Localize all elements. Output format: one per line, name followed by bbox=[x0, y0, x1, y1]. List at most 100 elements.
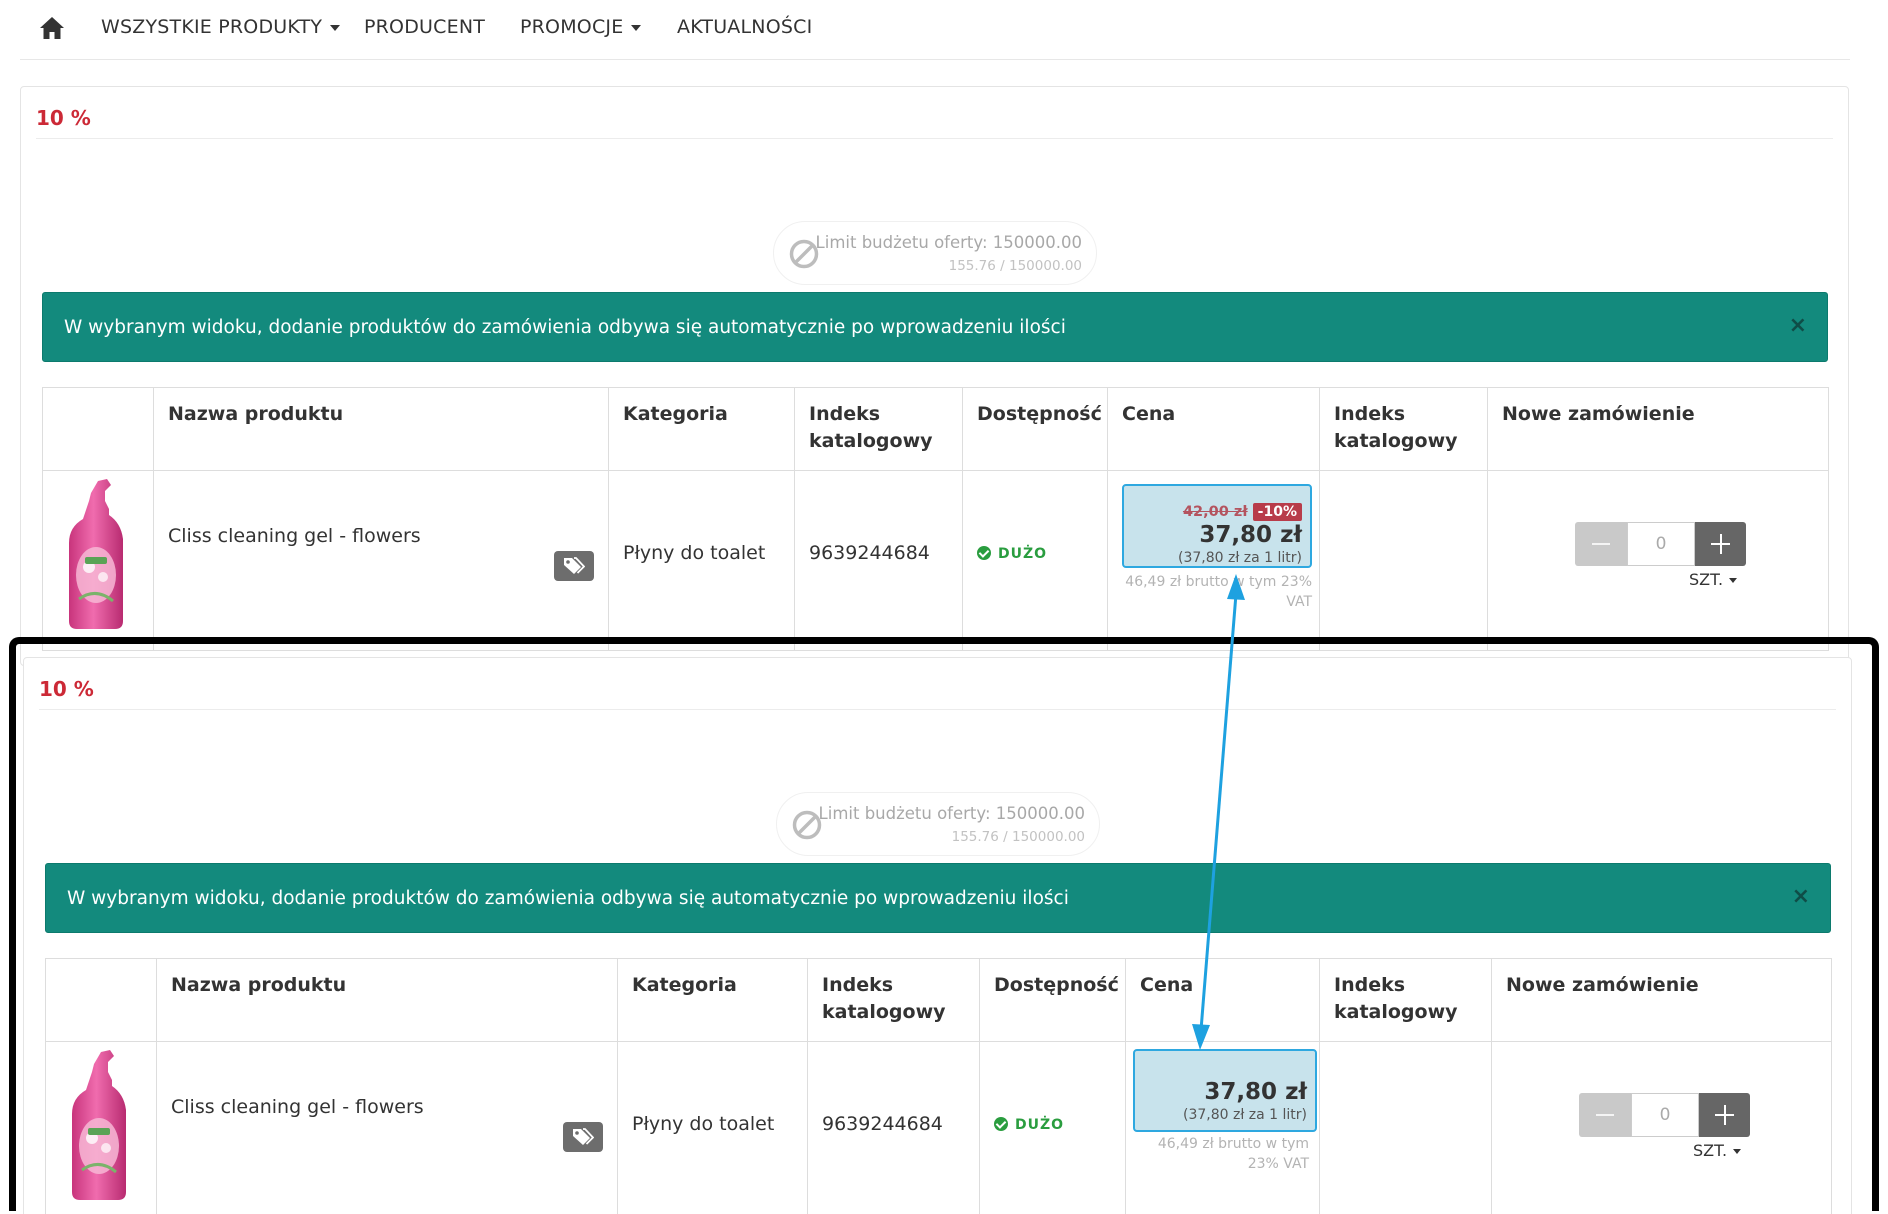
image-cell bbox=[42, 470, 154, 651]
table-header-row: Nazwa produktu Kategoria Indeks katalogo… bbox=[45, 958, 1832, 1042]
discount-badge: -10% bbox=[1252, 503, 1302, 521]
budget-limit-text: Limit budżetu oferty: 150000.00 bbox=[815, 233, 1082, 252]
nav-promotions[interactable]: PROMOCJE bbox=[520, 16, 642, 38]
table-row: Cliss cleaning gel - flowers Płyny do to… bbox=[45, 1041, 1832, 1214]
decrease-button[interactable] bbox=[1579, 1093, 1631, 1137]
price-cell: 42,00 zł -10% 37,80 zł (37,80 zł za 1 lit… bbox=[1107, 470, 1320, 651]
promo-section: 10 % Limit budżetu oferty: 150000.00 155… bbox=[23, 657, 1852, 1214]
col-price[interactable]: Cena bbox=[1125, 958, 1320, 1042]
promo-section: 10 % Limit budżetu oferty: 150000.00 155… bbox=[20, 86, 1849, 666]
availability-cell: DUŻO bbox=[962, 470, 1108, 651]
alert-text: W wybranym widoku, dodanie produktów do … bbox=[67, 888, 1069, 909]
tags-button[interactable] bbox=[563, 1122, 603, 1152]
table-row: Cliss cleaning gel - flowers Płyny do to… bbox=[42, 470, 1829, 651]
nav-all-products[interactable]: WSZYSTKIE PRODUKTY bbox=[101, 16, 341, 38]
index-cell-2 bbox=[1319, 470, 1488, 651]
budget-limit-badge: Limit budżetu oferty: 150000.00 155.76 /… bbox=[773, 221, 1097, 285]
col-catalog-index-2[interactable]: Indeks katalogowy bbox=[1319, 387, 1488, 471]
old-price: 42,00 zł bbox=[1182, 504, 1248, 520]
nav-news[interactable]: AKTUALNOŚCI bbox=[677, 16, 812, 38]
table-header-row: Nazwa produktu Kategoria Indeks katalogo… bbox=[42, 387, 1829, 471]
increase-button[interactable] bbox=[1695, 522, 1746, 566]
category: Płyny do toalet bbox=[623, 542, 766, 564]
caret-down-icon bbox=[1729, 578, 1738, 583]
col-product-name[interactable]: Nazwa produktu bbox=[156, 958, 618, 1042]
divider bbox=[36, 138, 1833, 139]
budget-limit-text: Limit budżetu oferty: 150000.00 bbox=[818, 804, 1085, 823]
col-price[interactable]: Cena bbox=[1107, 387, 1320, 471]
catalog-index: 9639244684 bbox=[809, 542, 930, 564]
old-price-row: 42,00 zł -10% bbox=[1183, 499, 1302, 521]
increase-button[interactable] bbox=[1699, 1093, 1750, 1137]
product-image[interactable] bbox=[68, 1050, 130, 1202]
top-navigation: WSZYSTKIE PRODUKTY PRODUCENT PROMOCJE AK… bbox=[20, 0, 1850, 60]
nav-producer[interactable]: PRODUCENT bbox=[364, 16, 485, 38]
availability-badge: DUŻO bbox=[977, 546, 1047, 562]
decrease-button[interactable] bbox=[1575, 522, 1627, 566]
unit-price: (37,80 zł za 1 litr) bbox=[1178, 550, 1302, 566]
close-icon[interactable]: × bbox=[1789, 315, 1807, 337]
col-category[interactable]: Kategoria bbox=[617, 958, 808, 1042]
category: Płyny do toalet bbox=[632, 1113, 775, 1135]
unit-dropdown[interactable]: SZT. bbox=[1689, 570, 1738, 589]
product-name[interactable]: Cliss cleaning gel - flowers bbox=[171, 1096, 424, 1118]
unit-dropdown[interactable]: SZT. bbox=[1693, 1141, 1742, 1160]
new-order-cell: SZT. bbox=[1487, 470, 1829, 651]
col-availability[interactable]: Dostępność bbox=[979, 958, 1126, 1042]
price: 37,80 zł bbox=[1199, 522, 1302, 548]
product-table: Nazwa produktu Kategoria Indeks katalogo… bbox=[42, 387, 1829, 651]
check-circle-icon bbox=[977, 546, 991, 560]
tags-button[interactable] bbox=[554, 551, 594, 581]
budget-limit-badge: Limit budżetu oferty: 150000.00 155.76 /… bbox=[776, 792, 1100, 856]
caret-down-icon bbox=[330, 24, 341, 31]
promo-title: 10 % bbox=[36, 106, 91, 130]
product-table: Nazwa produktu Kategoria Indeks katalogo… bbox=[45, 958, 1832, 1214]
col-new-order: Nowe zamówienie bbox=[1491, 958, 1832, 1042]
availability-cell: DUŻO bbox=[979, 1041, 1126, 1214]
category-cell: Płyny do toalet bbox=[608, 470, 795, 651]
check-circle-icon bbox=[994, 1117, 1008, 1131]
product-name-cell: Cliss cleaning gel - flowers bbox=[153, 470, 609, 651]
index-cell-2 bbox=[1319, 1041, 1492, 1214]
col-new-order: Nowe zamówienie bbox=[1487, 387, 1829, 471]
category-cell: Płyny do toalet bbox=[617, 1041, 808, 1214]
budget-usage-text: 155.76 / 150000.00 bbox=[948, 258, 1082, 274]
col-product-name[interactable]: Nazwa produktu bbox=[153, 387, 609, 471]
alert-text: W wybranym widoku, dodanie produktów do … bbox=[64, 317, 1066, 338]
price: 37,80 zł bbox=[1204, 1079, 1307, 1105]
col-image bbox=[45, 958, 157, 1042]
col-category[interactable]: Kategoria bbox=[608, 387, 795, 471]
image-cell bbox=[45, 1041, 157, 1214]
gross-price: 46,49 zł brutto w tym 23% VAT bbox=[1157, 1136, 1309, 1172]
availability-badge: DUŻO bbox=[994, 1117, 1064, 1133]
price-box: 37,80 zł (37,80 zł za 1 litr) bbox=[1133, 1049, 1317, 1132]
col-catalog-index-2[interactable]: Indeks katalogowy bbox=[1319, 958, 1492, 1042]
product-image[interactable] bbox=[65, 479, 127, 631]
col-catalog-index[interactable]: Indeks katalogowy bbox=[807, 958, 980, 1042]
caret-down-icon bbox=[1733, 1149, 1742, 1154]
divider bbox=[39, 709, 1836, 710]
quantity-input[interactable] bbox=[1631, 1093, 1699, 1137]
home-icon[interactable] bbox=[39, 16, 65, 40]
caret-down-icon bbox=[631, 24, 642, 31]
price-box: 42,00 zł -10% 37,80 zł (37,80 zł za 1 lit… bbox=[1122, 484, 1312, 568]
tags-icon bbox=[573, 1128, 594, 1145]
gross-price: 46,49 zł brutto w tym 23% VAT bbox=[1125, 574, 1312, 610]
quantity-input[interactable] bbox=[1627, 522, 1695, 566]
col-catalog-index[interactable]: Indeks katalogowy bbox=[794, 387, 963, 471]
product-name[interactable]: Cliss cleaning gel - flowers bbox=[168, 525, 421, 547]
info-alert: W wybranym widoku, dodanie produktów do … bbox=[42, 292, 1828, 362]
quantity-stepper bbox=[1575, 522, 1746, 566]
index-cell: 9639244684 bbox=[807, 1041, 980, 1214]
budget-usage-text: 155.76 / 150000.00 bbox=[951, 829, 1085, 845]
col-availability[interactable]: Dostępność bbox=[962, 387, 1108, 471]
info-alert: W wybranym widoku, dodanie produktów do … bbox=[45, 863, 1831, 933]
close-icon[interactable]: × bbox=[1792, 886, 1810, 908]
product-name-cell: Cliss cleaning gel - flowers bbox=[156, 1041, 618, 1214]
quantity-stepper bbox=[1579, 1093, 1750, 1137]
price-cell: 37,80 zł (37,80 zł za 1 litr) 46,49 zł b… bbox=[1125, 1041, 1320, 1214]
new-order-cell: SZT. bbox=[1491, 1041, 1832, 1214]
tags-icon bbox=[564, 557, 585, 574]
promo-title: 10 % bbox=[39, 677, 94, 701]
col-image bbox=[42, 387, 154, 471]
